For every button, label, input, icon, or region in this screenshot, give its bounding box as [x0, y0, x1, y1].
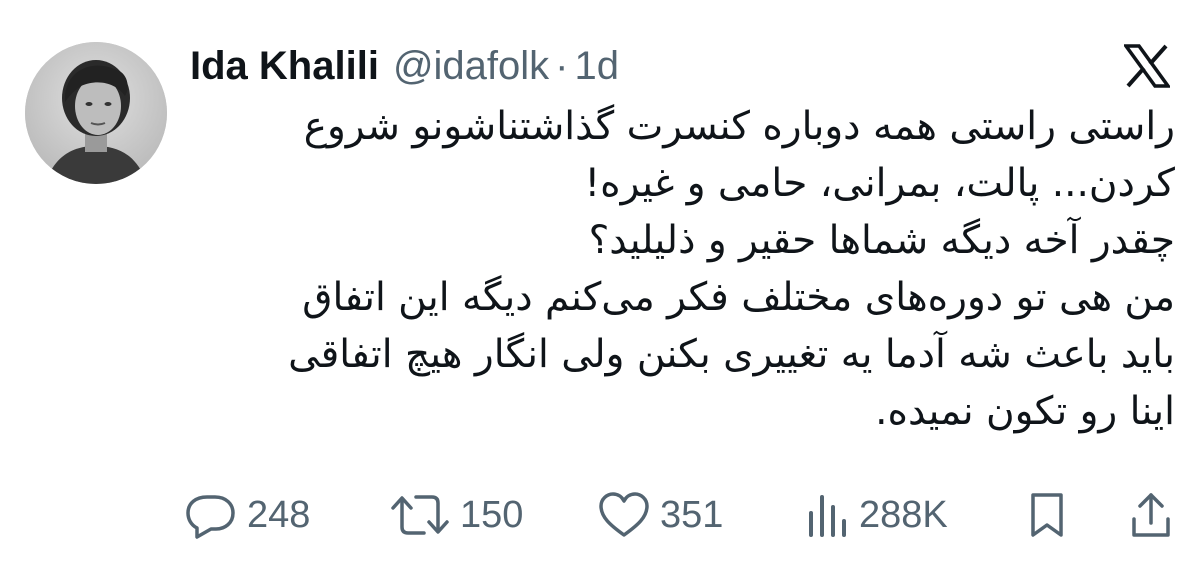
x-logo-icon[interactable] [1122, 44, 1172, 88]
bookmark-icon [1031, 493, 1063, 537]
timestamp[interactable]: 1d [575, 44, 620, 89]
action-bar: 248 150 351 288K [185, 488, 1175, 542]
tweet-text-line: باید باعث شه آدما یه تغییری بکنن ولی انگ… [288, 332, 1175, 377]
tweet-text-line: چقدر آخه دیگه شماها حقیر و ذلیلید؟ [588, 218, 1175, 263]
tweet-text-line: راستی راستی همه دوباره کنسرت گذاشتناشونو… [303, 104, 1175, 149]
repost-button[interactable]: 150 [390, 488, 523, 542]
separator-dot: · [555, 43, 569, 88]
tweet: Ida Khalili @idafolk · 1d راستی راستی هم… [0, 0, 1199, 579]
author-handle[interactable]: @idafolk [393, 44, 549, 89]
bookmark-button[interactable] [1027, 488, 1067, 542]
reply-icon [186, 495, 235, 539]
tweet-text-line: کردن... پالت، بمرانی، حامی و غیره! [584, 161, 1175, 206]
like-button[interactable]: 351 [598, 488, 723, 542]
heart-icon [599, 492, 649, 537]
author-name[interactable]: Ida Khalili [190, 44, 379, 89]
like-count: 351 [660, 493, 724, 536]
views-count: 288K [859, 493, 948, 536]
reply-count: 248 [247, 493, 311, 536]
views-button[interactable]: 288K [805, 488, 948, 542]
repost-icon [391, 495, 449, 535]
share-button[interactable] [1129, 488, 1173, 542]
tweet-text-line: اینا رو تکون نمیده. [875, 389, 1175, 434]
tweet-header: Ida Khalili @idafolk · 1d [190, 40, 619, 92]
tweet-text-line: من هی تو دوره‌های مختلف فکر می‌کنم دیگه … [302, 275, 1175, 320]
views-icon [809, 495, 846, 537]
avatar[interactable] [25, 42, 167, 184]
share-icon [1132, 493, 1170, 537]
repost-count: 150 [460, 493, 524, 536]
tweet-text: راستی راستی همه دوباره کنسرت گذاشتناشونو… [195, 98, 1175, 440]
reply-button[interactable]: 248 [185, 488, 310, 542]
avatar-photo [25, 42, 167, 184]
